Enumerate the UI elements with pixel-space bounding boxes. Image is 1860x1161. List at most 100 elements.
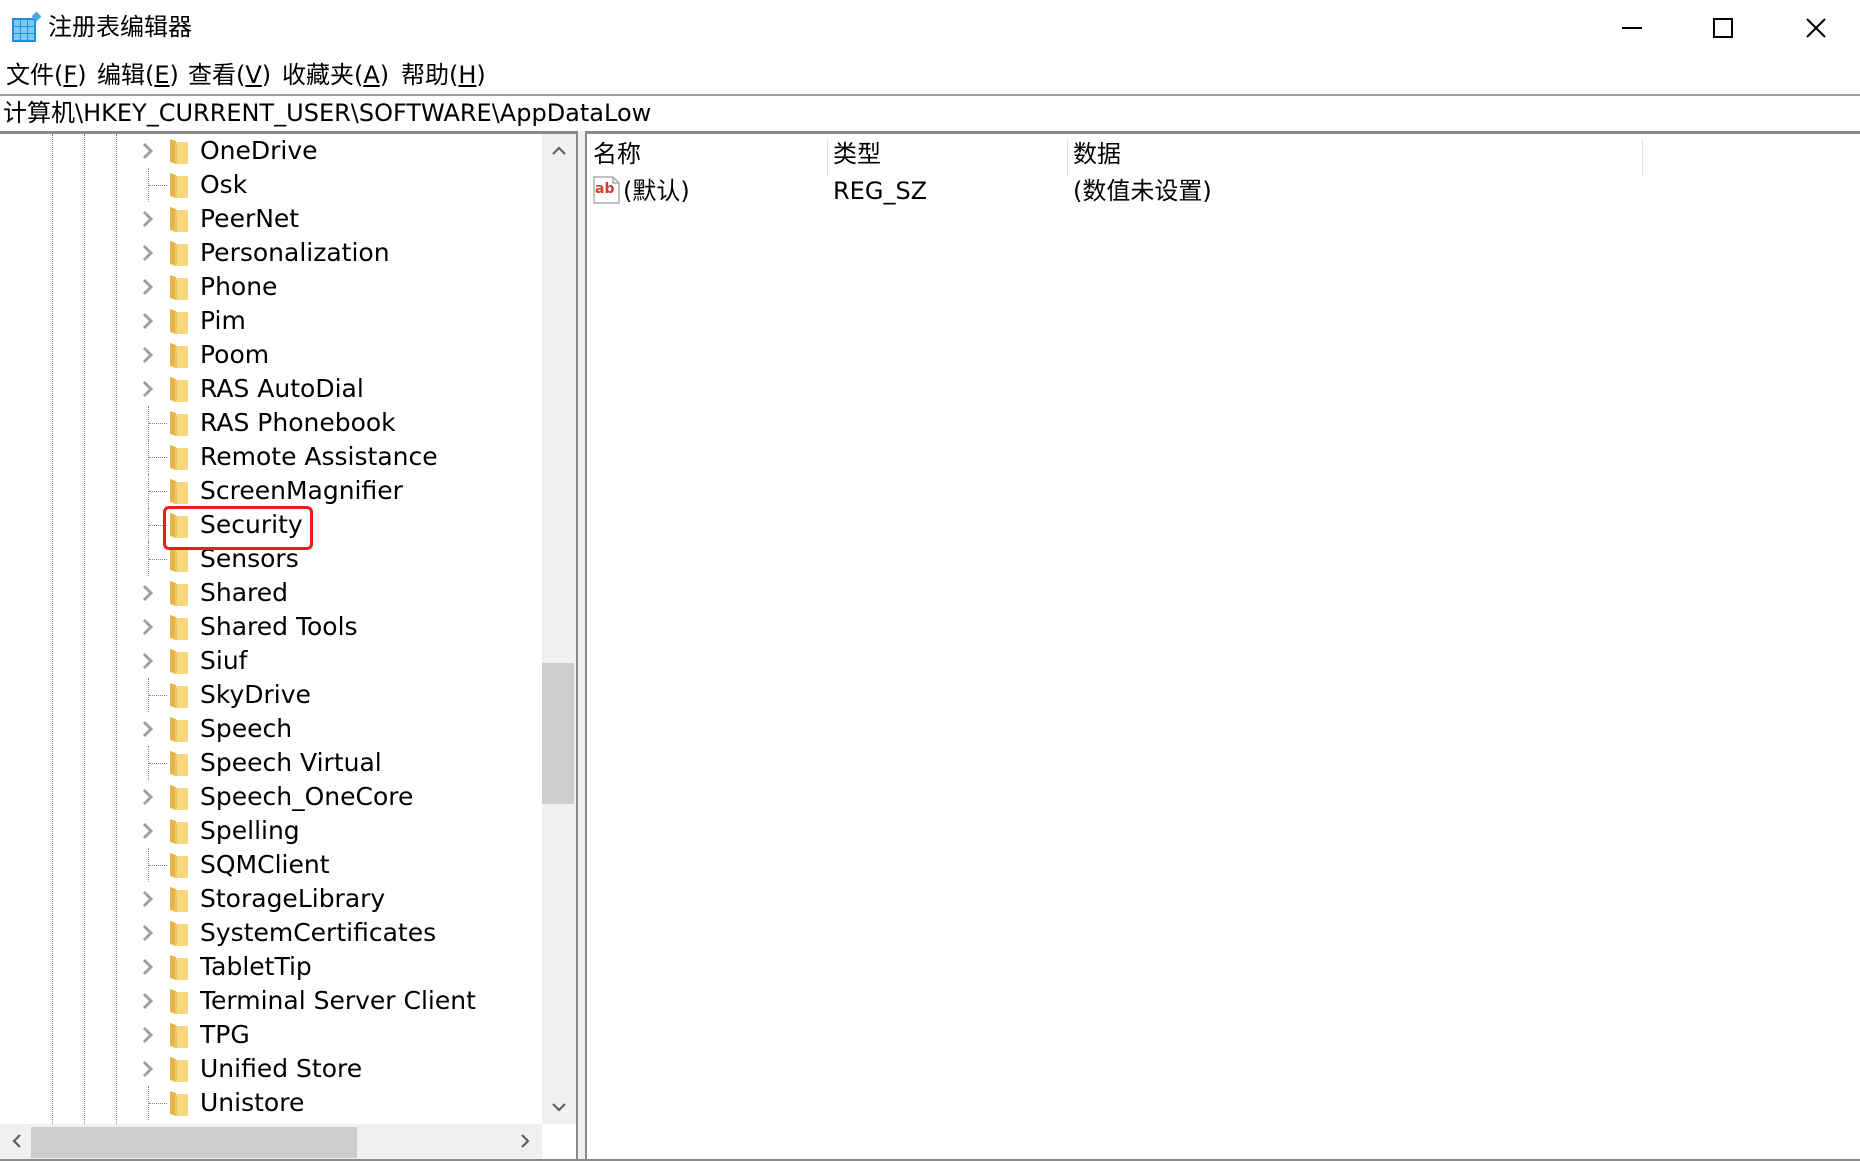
folder-icon	[170, 343, 188, 368]
folder-icon	[170, 887, 188, 912]
tree-item[interactable]: Unified Store	[0, 1052, 540, 1086]
tree-item[interactable]: SkyDrive	[0, 678, 540, 712]
tree-vertical-scrollbar[interactable]	[542, 134, 576, 1124]
scroll-left-button[interactable]	[0, 1124, 34, 1158]
folder-icon	[170, 683, 188, 708]
expand-chevron-icon[interactable]	[138, 651, 158, 671]
menu-bar: 文件(F) 编辑(E) 查看(V) 收藏夹(A) 帮助(H)	[0, 55, 1860, 95]
tree-item[interactable]: Speech_OneCore	[0, 780, 540, 814]
menu-favorites[interactable]: 收藏夹(A)	[282, 55, 389, 95]
expand-chevron-icon[interactable]	[138, 821, 158, 841]
tree-item[interactable]: Personalization	[0, 236, 540, 270]
folder-icon	[170, 921, 188, 946]
tree-item[interactable]: Siuf	[0, 644, 540, 678]
tree-item-label: Unistore	[200, 1088, 305, 1117]
expand-chevron-icon[interactable]	[138, 923, 158, 943]
expand-chevron-icon[interactable]	[138, 719, 158, 739]
tree-item-label: Terminal Server Client	[200, 986, 476, 1015]
tree-item[interactable]: OneDrive	[0, 134, 540, 168]
address-bar[interactable]: 计算机\HKEY_CURRENT_USER\SOFTWARE\AppDataLo…	[0, 96, 1860, 131]
expand-chevron-icon[interactable]	[138, 1059, 158, 1079]
close-button[interactable]	[1770, 0, 1860, 55]
minimize-button[interactable]	[1586, 0, 1678, 55]
tree-item[interactable]: Pim	[0, 304, 540, 338]
maximize-icon	[1713, 17, 1733, 38]
folder-icon	[170, 377, 188, 402]
tree-item[interactable]: TPG	[0, 1018, 540, 1052]
expand-chevron-icon[interactable]	[138, 311, 158, 331]
menu-view[interactable]: 查看(V)	[188, 55, 271, 95]
column-separator[interactable]	[827, 138, 828, 176]
close-icon	[1806, 17, 1826, 38]
expand-chevron-icon[interactable]	[138, 957, 158, 977]
expand-chevron-icon[interactable]	[138, 787, 158, 807]
scroll-up-button[interactable]	[542, 134, 576, 168]
expand-chevron-icon[interactable]	[138, 141, 158, 161]
tree-item[interactable]: Phone	[0, 270, 540, 304]
tree-item[interactable]: Osk	[0, 168, 540, 202]
chevron-right-icon	[521, 1134, 530, 1148]
folder-icon	[170, 241, 188, 266]
vertical-scroll-thumb[interactable]	[542, 663, 574, 804]
column-header-type[interactable]: 类型	[833, 134, 881, 174]
expand-chevron-icon[interactable]	[138, 1025, 158, 1045]
expand-chevron-icon[interactable]	[138, 617, 158, 637]
folder-icon	[170, 989, 188, 1014]
maximize-button[interactable]	[1677, 0, 1769, 55]
folder-icon	[170, 1091, 188, 1116]
expand-chevron-icon[interactable]	[138, 379, 158, 399]
tree-item[interactable]: Unistore	[0, 1086, 540, 1120]
folder-icon	[170, 309, 188, 334]
menu-file[interactable]: 文件(F)	[6, 55, 87, 95]
expand-chevron-icon[interactable]	[138, 889, 158, 909]
tree-item[interactable]: PeerNet	[0, 202, 540, 236]
tree-item[interactable]: Remote Assistance	[0, 440, 540, 474]
expand-chevron-icon[interactable]	[138, 209, 158, 229]
horizontal-scroll-thumb[interactable]	[31, 1127, 357, 1158]
pane-splitter[interactable]	[578, 131, 585, 1161]
tree-connector	[149, 559, 167, 560]
tree-item[interactable]: RAS AutoDial	[0, 372, 540, 406]
folder-icon	[170, 819, 188, 844]
column-separator[interactable]	[1642, 138, 1643, 176]
scroll-down-button[interactable]	[542, 1090, 576, 1124]
folder-icon	[170, 853, 188, 878]
scroll-right-button[interactable]	[508, 1124, 542, 1158]
menu-edit[interactable]: 编辑(E)	[97, 55, 179, 95]
tree-item[interactable]: Spelling	[0, 814, 540, 848]
tree-item-label: OneDrive	[200, 136, 318, 165]
tree-item-label: RAS AutoDial	[200, 374, 364, 403]
tree-item[interactable]: Speech	[0, 712, 540, 746]
folder-icon	[170, 275, 188, 300]
menu-help[interactable]: 帮助(H)	[401, 55, 486, 95]
tree-item[interactable]: TabletTip	[0, 950, 540, 984]
key-tree[interactable]: OneDrive Osk PeerNet Personalization Phone Pi…	[0, 134, 576, 1161]
values-list[interactable]: 名称 类型 数据 ab (默认) REG_SZ (数值未设置)	[587, 134, 1860, 1159]
chevron-down-icon	[552, 1103, 566, 1112]
expand-chevron-icon[interactable]	[138, 583, 158, 603]
tree-item[interactable]: RAS Phonebook	[0, 406, 540, 440]
column-header-name[interactable]: 名称	[593, 134, 641, 174]
tree-item[interactable]: StorageLibrary	[0, 882, 540, 916]
tree-item[interactable]: SystemCertificates	[0, 916, 540, 950]
tree-item[interactable]: ScreenMagnifier	[0, 474, 540, 508]
tree-item[interactable]: Poom	[0, 338, 540, 372]
expand-chevron-icon[interactable]	[138, 345, 158, 365]
column-separator[interactable]	[1067, 138, 1068, 176]
tree-item-label: Remote Assistance	[200, 442, 438, 471]
tree-item-label: Unified Store	[200, 1054, 363, 1083]
tree-item[interactable]: Shared	[0, 576, 540, 610]
tree-item[interactable]: SQMClient	[0, 848, 540, 882]
tree-connector	[149, 185, 167, 186]
tree-connector	[149, 423, 167, 424]
column-header-data[interactable]: 数据	[1073, 134, 1121, 174]
expand-chevron-icon[interactable]	[138, 243, 158, 263]
address-path[interactable]: 计算机\HKEY_CURRENT_USER\SOFTWARE\AppDataLo…	[3, 96, 651, 131]
expand-chevron-icon[interactable]	[138, 991, 158, 1011]
tree-item-label: TPG	[200, 1020, 250, 1049]
tree-item[interactable]: Speech Virtual	[0, 746, 540, 780]
tree-item-label: SQMClient	[200, 850, 330, 879]
expand-chevron-icon[interactable]	[138, 277, 158, 297]
tree-item[interactable]: Terminal Server Client	[0, 984, 540, 1018]
tree-item[interactable]: Shared Tools	[0, 610, 540, 644]
